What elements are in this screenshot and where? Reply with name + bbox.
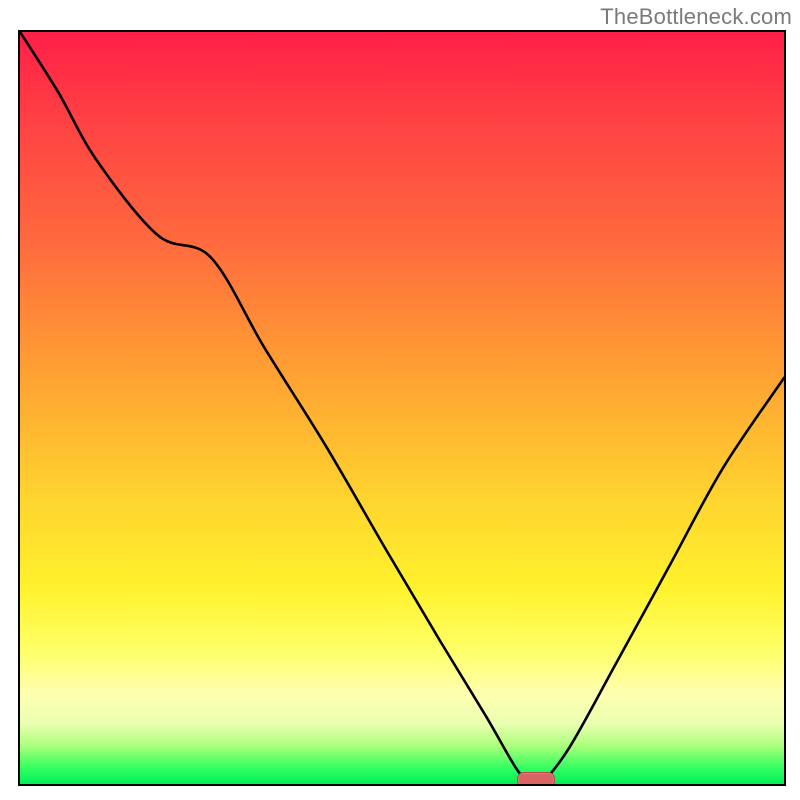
watermark-text: TheBottleneck.com bbox=[600, 4, 792, 30]
bottleneck-gradient-band bbox=[20, 32, 784, 784]
plot-area bbox=[18, 30, 786, 786]
page: TheBottleneck.com bbox=[0, 0, 800, 800]
optimal-point-marker bbox=[517, 772, 555, 786]
